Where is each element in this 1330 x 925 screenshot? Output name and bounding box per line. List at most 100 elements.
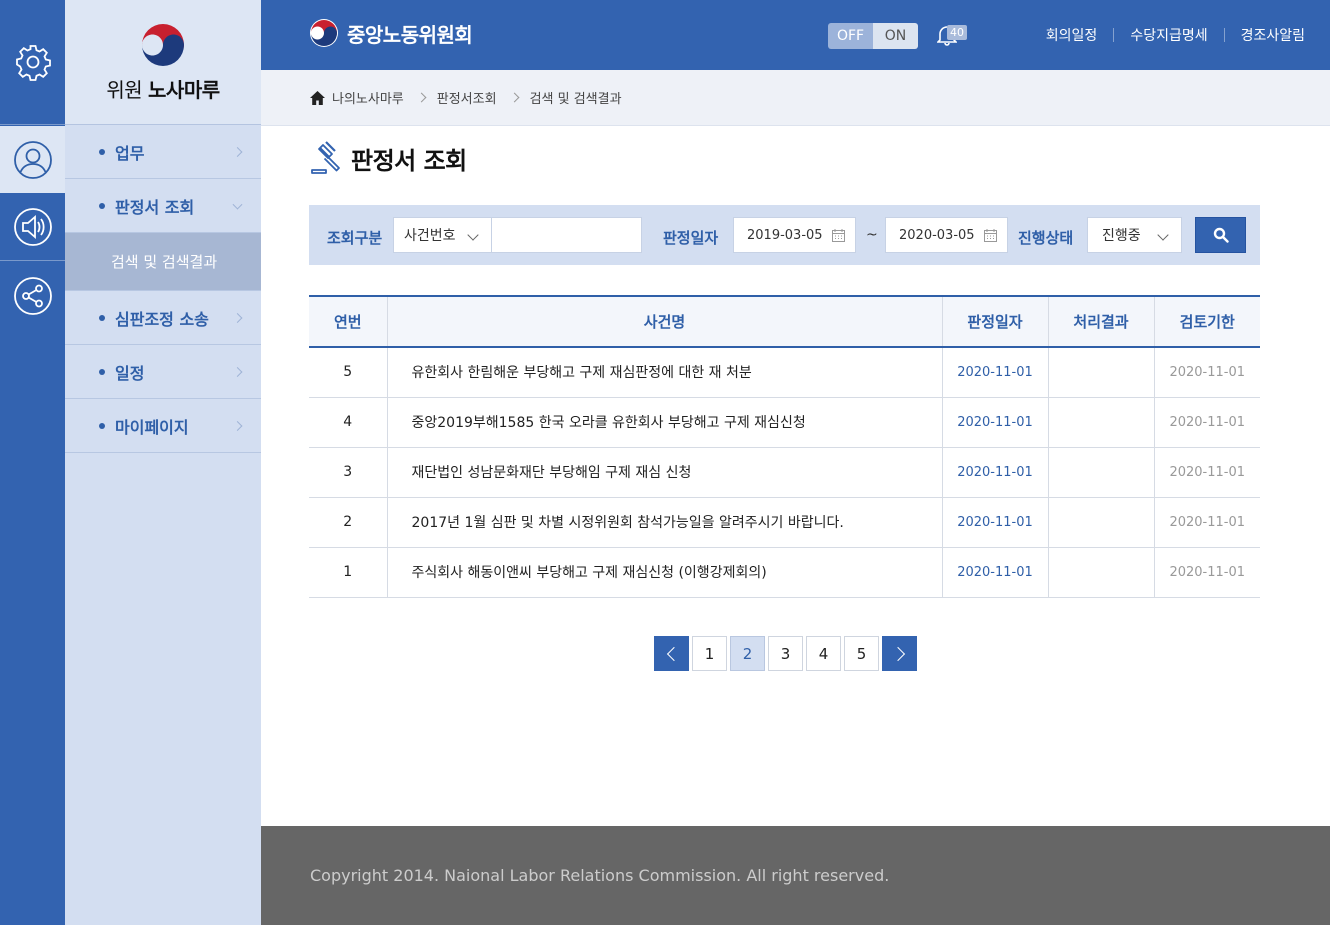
top-links: 회의일정 수당지급명세 경조사알림: [1030, 25, 1305, 45]
logo[interactable]: 위원 노사마루: [65, 0, 261, 125]
prev-page-button[interactable]: [654, 636, 689, 671]
next-page-button[interactable]: [882, 636, 917, 671]
search-button[interactable]: [1195, 217, 1246, 253]
logo-prefix: 위원: [106, 77, 143, 102]
brand[interactable]: 중앙노동위원회: [309, 18, 473, 48]
cell-number: 2: [309, 497, 387, 548]
column-header-result: 처리결과: [1047, 295, 1154, 348]
taeguk-logo-icon: [310, 19, 338, 47]
chevron-down-icon: [1157, 229, 1169, 241]
cell-case-name-link[interactable]: 유한회사 한림해운 부당해고 구제 재심판정에 대한 재 처분: [386, 347, 942, 398]
cell-decision-date: 2020-11-01: [941, 347, 1048, 398]
results-table: 연번 사건명 판정일자 처리결과 검토기한 5 유한회사 한림해운 부당해고 구…: [309, 295, 1260, 598]
table-row[interactable]: 5 유한회사 한림해운 부당해고 구제 재심판정에 대한 재 처분 2020-1…: [309, 347, 1260, 398]
breadcrumb-current: 검색 및 검색결과: [529, 92, 622, 107]
home-icon[interactable]: [309, 90, 326, 106]
breadcrumb: 나의노사마루 판정서조회 검색 및 검색결과: [261, 70, 1330, 126]
date-to-value: 2020-03-05: [899, 227, 975, 243]
date-from-field[interactable]: 2019-03-05: [733, 217, 856, 253]
page-button-2[interactable]: 2: [730, 636, 765, 671]
cell-decision-date: 2020-11-01: [941, 397, 1048, 448]
sidebar-item-label: 일정: [115, 363, 145, 383]
date-from-value: 2019-03-05: [747, 227, 823, 243]
profile-button[interactable]: [0, 126, 65, 193]
chevron-right-icon: [890, 646, 905, 661]
cell-decision-date: 2020-11-01: [941, 447, 1048, 498]
breadcrumb-decision-search[interactable]: 판정서조회: [437, 88, 497, 107]
search-type-select[interactable]: 사건번호: [393, 217, 492, 253]
cell-result: [1047, 547, 1154, 598]
gavel-icon: [311, 141, 340, 174]
sidebar-menu: 업무 판정서 조회 검색 및 검색결과 심판조정 소송 일정 마이페이지: [65, 125, 261, 453]
page-button-1[interactable]: 1: [692, 636, 727, 671]
breadcrumb-home[interactable]: 나의노사마루: [332, 88, 404, 107]
cell-case-name-link[interactable]: 2017년 1월 심판 및 차별 시정위원회 참석가능일을 알려주시기 바랍니다…: [386, 497, 942, 548]
cell-result: [1047, 497, 1154, 548]
status-label: 진행상태: [1018, 229, 1074, 247]
gear-icon: [15, 45, 51, 81]
toggle-off-label[interactable]: OFF: [828, 23, 873, 49]
toggle-on-label[interactable]: ON: [873, 23, 918, 49]
table-row[interactable]: 3 재단법인 성남문화재단 부당해임 구제 재심 신청 2020-11-01 2…: [309, 447, 1260, 498]
status-select[interactable]: 진행중: [1087, 217, 1182, 253]
cell-review-deadline: 2020-11-01: [1153, 347, 1260, 398]
date-to-field[interactable]: 2020-03-05: [885, 217, 1008, 253]
calendar-icon[interactable]: [832, 229, 845, 242]
table-row[interactable]: 1 주식회사 해동이앤씨 부당해고 구제 재심신청 (이행강제회의) 2020-…: [309, 547, 1260, 598]
icon-rail: [0, 0, 65, 925]
page-title-text: 판정서 조회: [351, 146, 467, 175]
sidebar-item-litigation[interactable]: 심판조정 소송: [65, 291, 261, 345]
cell-case-name-link[interactable]: 주식회사 해동이앤씨 부당해고 구제 재심신청 (이행강제회의): [386, 547, 942, 598]
share-button[interactable]: [0, 262, 65, 330]
search-type-label: 조회구분: [327, 229, 383, 247]
link-meeting-schedule[interactable]: 회의일정: [1030, 25, 1114, 45]
calendar-icon[interactable]: [984, 229, 997, 242]
bullet-icon: [99, 368, 105, 375]
sidebar-item-label: 심판조정 소송: [115, 309, 209, 329]
settings-button[interactable]: [0, 0, 65, 125]
cell-case-name-link[interactable]: 재단법인 성남문화재단 부당해임 구제 재심 신청: [386, 447, 942, 498]
sidebar-item-work[interactable]: 업무: [65, 125, 261, 179]
cell-result: [1047, 347, 1154, 398]
chevron-down-icon: [232, 199, 243, 210]
cell-result: [1047, 397, 1154, 448]
logo-text: 위원 노사마루: [106, 74, 220, 103]
off-on-toggle[interactable]: OFF ON: [828, 23, 918, 49]
chevron-right-icon: [509, 92, 520, 103]
chevron-right-icon: [232, 146, 243, 157]
logo-name: 노사마루: [148, 77, 220, 102]
cell-result: [1047, 447, 1154, 498]
column-header-case-name: 사건명: [386, 295, 942, 348]
taeguk-logo-icon: [142, 23, 184, 66]
sidebar: 위원 노사마루 업무 판정서 조회 검색 및 검색결과 심판조정 소송 일정 마…: [65, 0, 261, 925]
search-panel: 조회구분 사건번호 판정일자 2019-03-05 ~ 2020-03-05 진…: [309, 205, 1260, 265]
page-button-5[interactable]: 5: [844, 636, 879, 671]
sidebar-item-schedule[interactable]: 일정: [65, 345, 261, 399]
cell-case-name-link[interactable]: 중앙2019부해1585 한국 오라클 유한회사 부당해고 구제 재심신청: [386, 397, 942, 448]
search-keyword-input[interactable]: [491, 217, 642, 253]
decision-date-label: 판정일자: [663, 229, 719, 247]
footer: Copyright 2014. Naional Labor Relations …: [261, 826, 1330, 925]
link-condolence-notice[interactable]: 경조사알림: [1225, 25, 1305, 45]
table-row[interactable]: 2 2017년 1월 심판 및 차별 시정위원회 참석가능일을 알려주시기 바랍…: [309, 497, 1260, 548]
sidebar-subitem-search-results[interactable]: 검색 및 검색결과: [65, 233, 261, 291]
column-header-review-deadline: 검토기한: [1153, 295, 1260, 348]
table-row[interactable]: 4 중앙2019부해1585 한국 오라클 유한회사 부당해고 구제 재심신청 …: [309, 397, 1260, 448]
copyright-text: Copyright 2014. Naional Labor Relations …: [310, 866, 890, 885]
user-icon: [13, 140, 52, 179]
date-range-separator: ~: [866, 227, 878, 243]
sidebar-item-mypage[interactable]: 마이페이지: [65, 399, 261, 453]
bullet-icon: [99, 148, 105, 155]
bullet-icon: [99, 202, 105, 209]
link-allowance-statement[interactable]: 수당지급명세: [1114, 25, 1223, 45]
share-icon: [13, 277, 52, 315]
sidebar-item-decision-search[interactable]: 판정서 조회: [65, 179, 261, 233]
bullet-icon: [99, 422, 105, 429]
sidebar-item-label: 업무: [115, 143, 145, 163]
cell-number: 5: [309, 347, 387, 398]
cell-review-deadline: 2020-11-01: [1153, 447, 1260, 498]
page-button-3[interactable]: 3: [768, 636, 803, 671]
page-button-4[interactable]: 4: [806, 636, 841, 671]
column-header-decision-date: 판정일자: [941, 295, 1048, 348]
announcement-button[interactable]: [0, 194, 65, 261]
